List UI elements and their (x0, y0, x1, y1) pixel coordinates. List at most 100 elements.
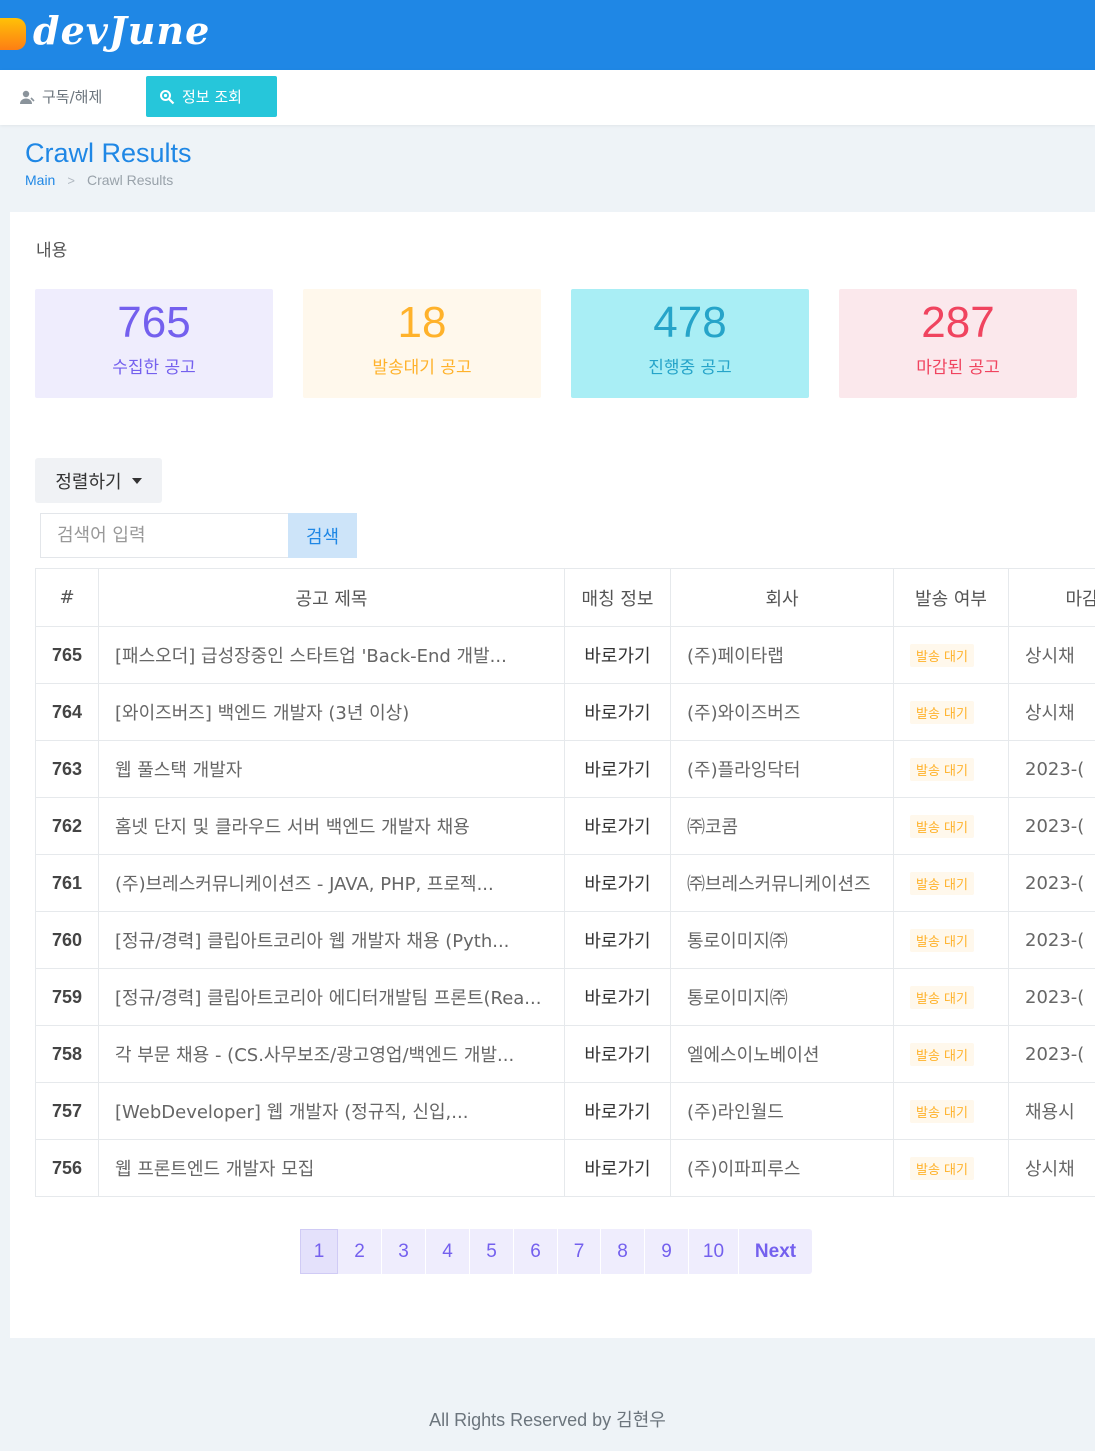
row-link[interactable]: 바로가기 (564, 1025, 671, 1083)
page-1-button[interactable]: 1 (300, 1229, 338, 1274)
row-company: ㈜코콤 (670, 797, 894, 855)
row-title: [WebDeveloper] 웹 개발자 (정규직, 신입,... (98, 1082, 565, 1140)
breadcrumb-home-link[interactable]: Main (25, 172, 55, 188)
page-8-button[interactable]: 8 (601, 1229, 645, 1274)
row-index: 758 (35, 1025, 99, 1083)
row-deadline: 2023-( (1008, 740, 1095, 798)
search-button[interactable]: 검색 (288, 513, 357, 558)
row-title: 각 부문 채용 - (CS.사무보조/광고영업/백엔드 개발... (98, 1025, 565, 1083)
nav-bar: 구독/해제 정보 조회 (0, 70, 1095, 125)
table-row: 763 웹 풀스택 개발자 바로가기 (주)플라잉닥터 발송 대기 2023-( (35, 740, 1095, 798)
row-company: (주)이파피루스 (670, 1139, 894, 1197)
table-header-row: # 공고 제목 매칭 정보 회사 발송 여부 마감 (35, 568, 1095, 627)
row-title: [정규/경력] 클립아트코리아 웹 개발자 채용 (Pyth... (98, 911, 565, 969)
row-title: 웹 프론트엔드 개발자 모집 (98, 1139, 565, 1197)
chevron-right-icon: > (67, 172, 75, 188)
nav-info-lookup[interactable]: 정보 조회 (146, 76, 277, 117)
nav-info-label: 정보 조회 (182, 88, 242, 106)
nav-subscribe[interactable]: 구독/해제 (18, 76, 102, 117)
row-status: 발송 대기 (893, 740, 1009, 798)
header-index: # (35, 568, 99, 627)
row-link[interactable]: 바로가기 (564, 854, 671, 912)
sort-dropdown-button[interactable]: 정렬하기 (35, 458, 162, 503)
row-deadline: 상시채 (1008, 683, 1095, 741)
brand-logo[interactable]: devJune (33, 8, 210, 53)
row-deadline: 채용시 (1008, 1082, 1095, 1140)
status-badge: 발송 대기 (910, 1042, 974, 1066)
row-company: (주)라인월드 (670, 1082, 894, 1140)
sort-label: 정렬하기 (55, 471, 122, 493)
header-status: 발송 여부 (893, 568, 1009, 627)
header-company: 회사 (670, 568, 894, 627)
row-status: 발송 대기 (893, 683, 1009, 741)
table-row: 765 [패스오더] 급성장중인 스타트업 'Back-End 개발... 바로… (35, 626, 1095, 684)
row-status: 발송 대기 (893, 1082, 1009, 1140)
row-index: 765 (35, 626, 99, 684)
page-10-button[interactable]: 10 (689, 1229, 739, 1274)
job-table: # 공고 제목 매칭 정보 회사 발송 여부 마감 765 [패스오더] 급성장… (35, 568, 1095, 1197)
stat-collected-label: 수집한 공고 (112, 358, 196, 378)
stat-ongoing-label: 진행중 공고 (648, 358, 732, 378)
table-row: 764 [와이즈버즈] 백엔드 개발자 (3년 이상) 바로가기 (주)와이즈버… (35, 683, 1095, 741)
row-title: [와이즈버즈] 백엔드 개발자 (3년 이상) (98, 683, 565, 741)
row-link[interactable]: 바로가기 (564, 683, 671, 741)
page-2-button[interactable]: 2 (338, 1229, 382, 1274)
search-input[interactable] (40, 513, 288, 558)
status-badge: 발송 대기 (910, 757, 974, 781)
row-title: 웹 풀스택 개발자 (98, 740, 565, 798)
page-5-button[interactable]: 5 (470, 1229, 514, 1274)
header-title: 공고 제목 (98, 568, 565, 627)
table-row: 760 [정규/경력] 클립아트코리아 웹 개발자 채용 (Pyth... 바로… (35, 911, 1095, 969)
row-status: 발송 대기 (893, 911, 1009, 969)
row-index: 756 (35, 1139, 99, 1197)
row-status: 발송 대기 (893, 968, 1009, 1026)
row-company: (주)페이타랩 (670, 626, 894, 684)
header-matching: 매칭 정보 (564, 568, 671, 627)
page-7-button[interactable]: 7 (558, 1229, 601, 1274)
status-badge: 발송 대기 (910, 928, 974, 952)
row-link[interactable]: 바로가기 (564, 1139, 671, 1197)
row-link[interactable]: 바로가기 (564, 740, 671, 798)
status-badge: 발송 대기 (910, 1156, 974, 1180)
top-header: devJune (0, 0, 1095, 70)
page-3-button[interactable]: 3 (382, 1229, 426, 1274)
status-badge: 발송 대기 (910, 814, 974, 838)
row-deadline: 2023-( (1008, 854, 1095, 912)
page-9-button[interactable]: 9 (645, 1229, 689, 1274)
row-index: 761 (35, 854, 99, 912)
row-link[interactable]: 바로가기 (564, 797, 671, 855)
footer-text: All Rights Reserved by 김현우 (429, 1410, 666, 1430)
table-row: 757 [WebDeveloper] 웹 개발자 (정규직, 신입,... 바로… (35, 1082, 1095, 1140)
user-icon (18, 88, 36, 106)
stat-closed-value: 287 (921, 298, 995, 347)
row-title: (주)브레스커뮤니케이션즈 - JAVA, PHP, 프로젝... (98, 854, 565, 912)
caret-down-icon (131, 477, 142, 484)
page-6-button[interactable]: 6 (514, 1229, 558, 1274)
row-company: 엘에스이노베이션 (670, 1025, 894, 1083)
row-company: (주)와이즈버즈 (670, 683, 894, 741)
status-badge: 발송 대기 (910, 700, 974, 724)
page-4-button[interactable]: 4 (426, 1229, 470, 1274)
nav-subscribe-label: 구독/해제 (42, 88, 103, 106)
row-index: 760 (35, 911, 99, 969)
row-title: [정규/경력] 클립아트코리아 에디터개발팀 프론트(Rea... (98, 968, 565, 1026)
stat-pending-value: 18 (397, 298, 447, 347)
breadcrumb: Main > Crawl Results (25, 172, 173, 188)
table-row: 756 웹 프론트엔드 개발자 모집 바로가기 (주)이파피루스 발송 대기 상… (35, 1139, 1095, 1197)
stat-closed-label: 마감된 공고 (916, 358, 1000, 378)
stat-collected: 765 수집한 공고 (35, 289, 273, 398)
logo-mark-icon (0, 18, 26, 50)
row-link[interactable]: 바로가기 (564, 626, 671, 684)
breadcrumb-current: Crawl Results (86, 172, 174, 188)
search-icon (158, 88, 176, 106)
row-status: 발송 대기 (893, 797, 1009, 855)
row-deadline: 2023-( (1008, 911, 1095, 969)
status-badge: 발송 대기 (910, 1099, 974, 1123)
row-deadline: 2023-( (1008, 968, 1095, 1026)
row-deadline: 상시채 (1008, 1139, 1095, 1197)
next-page-button[interactable]: Next (739, 1229, 812, 1274)
row-index: 757 (35, 1082, 99, 1140)
row-link[interactable]: 바로가기 (564, 1082, 671, 1140)
row-link[interactable]: 바로가기 (564, 911, 671, 969)
row-link[interactable]: 바로가기 (564, 968, 671, 1026)
